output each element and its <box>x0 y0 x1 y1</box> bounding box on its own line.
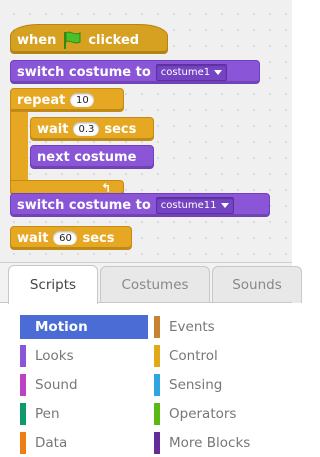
chevron-down-icon <box>220 202 229 208</box>
switch-costume-block-2[interactable]: switch costume to costume11 <box>10 193 270 217</box>
repeat-block-side <box>10 108 28 190</box>
category-swatch <box>20 432 26 454</box>
category-swatch <box>154 316 160 338</box>
repeat-count-input[interactable]: 10 <box>70 93 95 107</box>
wait-label-2: wait <box>17 230 49 246</box>
category-motion[interactable]: Motion <box>20 315 148 339</box>
category-swatch <box>20 345 26 367</box>
category-control[interactable]: Control <box>154 344 282 368</box>
category-label: Events <box>169 319 215 335</box>
wait-seconds-input-2[interactable]: 60 <box>53 231 78 245</box>
editor-tabs: Scripts Costumes Sounds <box>0 262 302 304</box>
next-costume-block[interactable]: next costume <box>30 145 154 169</box>
repeat-block[interactable]: repeat 10 <box>10 88 124 112</box>
category-sound[interactable]: Sound <box>20 373 148 397</box>
category-label: More Blocks <box>169 435 251 451</box>
category-label: Operators <box>169 406 237 422</box>
when-flag-clicked-block[interactable]: when clicked <box>10 24 168 54</box>
category-swatch <box>154 374 160 396</box>
category-label: Motion <box>35 319 88 335</box>
category-label: Pen <box>35 406 60 422</box>
category-swatch <box>154 345 160 367</box>
category-label: Sound <box>35 377 78 393</box>
category-label: Looks <box>35 348 74 364</box>
category-operators[interactable]: Operators <box>154 402 282 426</box>
tab-scripts[interactable]: Scripts <box>8 265 98 304</box>
costume-dropdown[interactable]: costume1 <box>155 63 228 81</box>
block-categories: Motion Events Looks Control Sound Sensin… <box>0 302 292 457</box>
costume-dropdown-2[interactable]: costume11 <box>155 196 234 214</box>
tab-sounds[interactable]: Sounds <box>212 266 302 303</box>
repeat-label: repeat <box>17 92 66 108</box>
category-pen[interactable]: Pen <box>20 402 148 426</box>
hat-when-label: when <box>17 32 57 48</box>
scripts-area[interactable]: when clicked switch costume to costume1 … <box>0 0 292 262</box>
switch-costume-label-2: switch costume to <box>17 197 151 213</box>
category-label: Data <box>35 435 68 451</box>
switch-costume-block[interactable]: switch costume to costume1 <box>10 60 260 84</box>
costume-dropdown-value-2: costume11 <box>160 199 217 211</box>
wait-block-inner[interactable]: wait 0.3 secs <box>30 117 154 141</box>
category-swatch <box>20 403 26 425</box>
category-swatch <box>20 374 26 396</box>
hat-clicked-label: clicked <box>88 32 140 48</box>
wait-seconds-input[interactable]: 0.3 <box>73 122 100 136</box>
costume-dropdown-value: costume1 <box>160 66 211 78</box>
category-label: Sensing <box>169 377 223 393</box>
category-more-blocks[interactable]: More Blocks <box>154 431 282 455</box>
wait-unit-label-2: secs <box>82 230 115 246</box>
wait-block-outer[interactable]: wait 60 secs <box>10 226 132 250</box>
category-events[interactable]: Events <box>154 315 282 339</box>
category-sensing[interactable]: Sensing <box>154 373 282 397</box>
wait-unit-label: secs <box>104 121 137 137</box>
chevron-down-icon <box>214 69 223 75</box>
wait-label: wait <box>37 121 69 137</box>
category-looks[interactable]: Looks <box>20 344 148 368</box>
green-flag-icon <box>64 31 81 49</box>
next-costume-label: next costume <box>37 149 137 165</box>
tab-costumes[interactable]: Costumes <box>100 266 210 303</box>
category-swatch <box>154 403 160 425</box>
switch-costume-label: switch costume to <box>17 64 151 80</box>
category-label: Control <box>169 348 218 364</box>
category-swatch <box>154 432 160 454</box>
category-data[interactable]: Data <box>20 431 148 455</box>
